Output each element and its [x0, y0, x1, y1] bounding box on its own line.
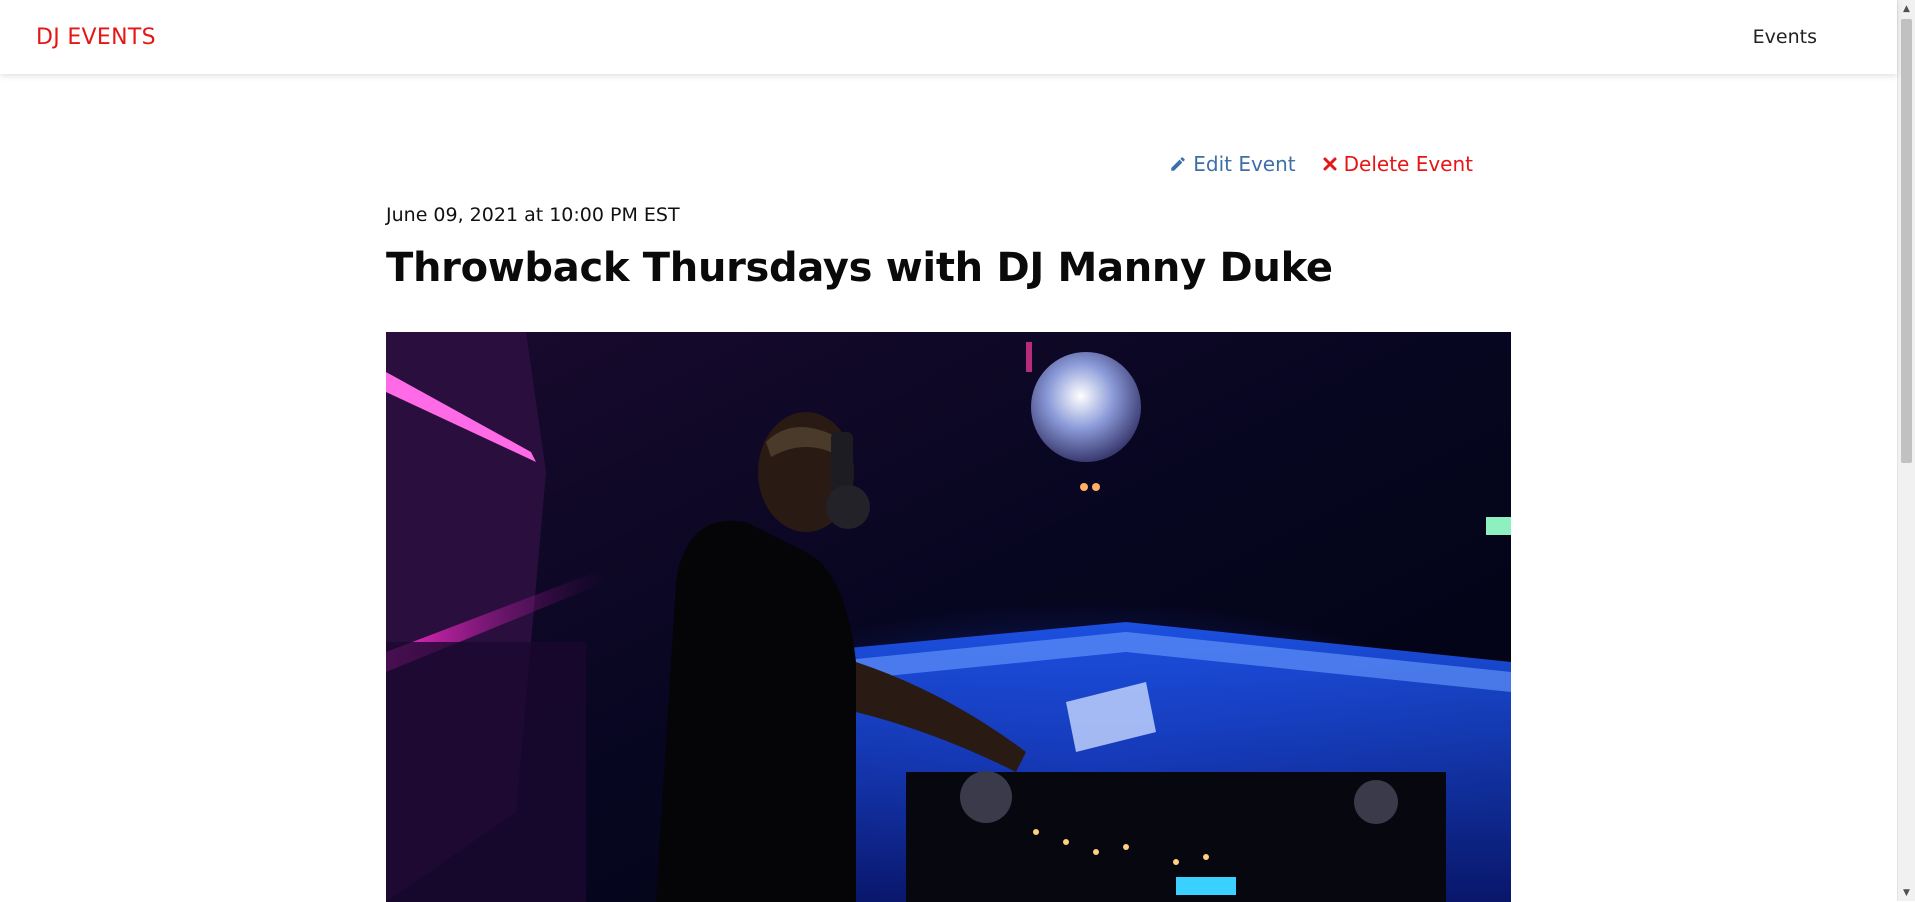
- pencil-icon: [1169, 155, 1187, 173]
- delete-event-link[interactable]: Delete Event: [1322, 152, 1473, 176]
- event-image: [386, 332, 1511, 902]
- scroll-down-arrow-icon[interactable]: ▼: [1898, 884, 1915, 901]
- event-title: Throwback Thursdays with DJ Manny Duke: [386, 245, 1333, 291]
- nav-link-events[interactable]: Events: [1753, 26, 1817, 48]
- edit-event-link[interactable]: Edit Event: [1169, 152, 1296, 176]
- close-icon: [1322, 156, 1338, 172]
- scroll-thumb[interactable]: [1901, 19, 1912, 463]
- delete-event-label: Delete Event: [1343, 152, 1473, 176]
- event-actions: Edit Event Delete Event: [1169, 152, 1473, 176]
- brand-logo-link[interactable]: DJ EVENTS: [36, 25, 156, 50]
- dj-photo: [386, 332, 1511, 902]
- navbar: DJ EVENTS Events: [0, 0, 1897, 74]
- edit-event-label: Edit Event: [1193, 152, 1296, 176]
- vertical-scrollbar[interactable]: ▲ ▼: [1897, 0, 1915, 901]
- event-date: June 09, 2021 at 10:00 PM EST: [386, 204, 680, 226]
- scroll-up-arrow-icon[interactable]: ▲: [1898, 0, 1915, 17]
